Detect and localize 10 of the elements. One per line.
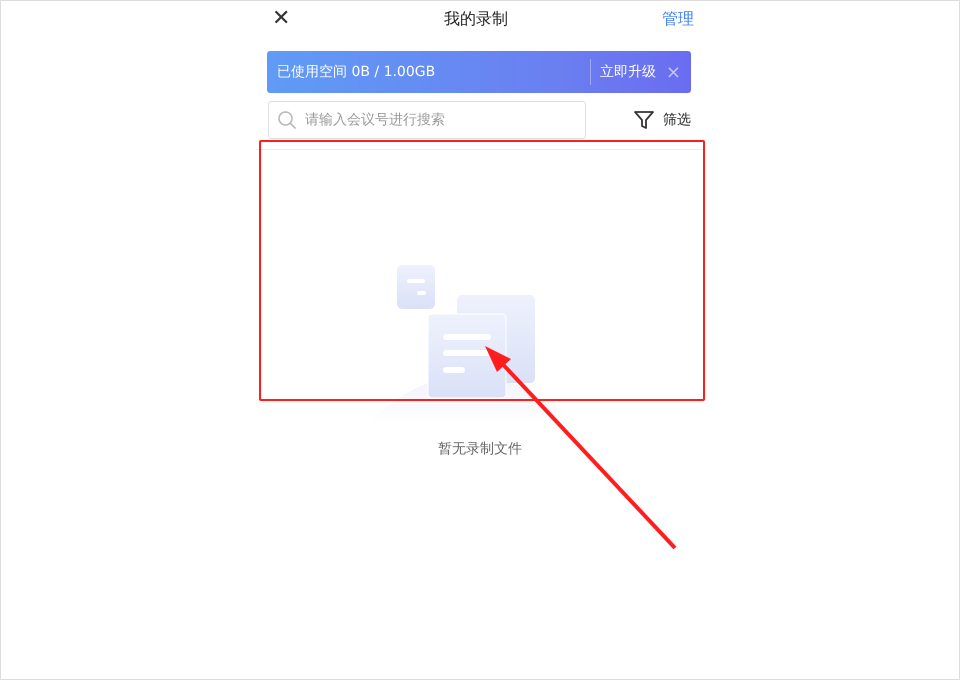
- empty-state-message: 暂无录制文件: [438, 440, 522, 458]
- manage-link[interactable]: 管理: [662, 8, 694, 30]
- filter-button[interactable]: 筛选: [633, 109, 691, 131]
- storage-usage-text: 已使用空间 0B / 1.00GB: [277, 63, 436, 81]
- close-button[interactable]: ✕: [272, 8, 290, 30]
- upgrade-button[interactable]: 立即升级: [600, 63, 656, 81]
- funnel-icon: [633, 109, 655, 131]
- dismiss-button[interactable]: ×: [666, 62, 681, 82]
- search-field[interactable]: 请输入会议号进行搜索: [268, 101, 586, 139]
- page-title: 我的录制: [444, 8, 508, 30]
